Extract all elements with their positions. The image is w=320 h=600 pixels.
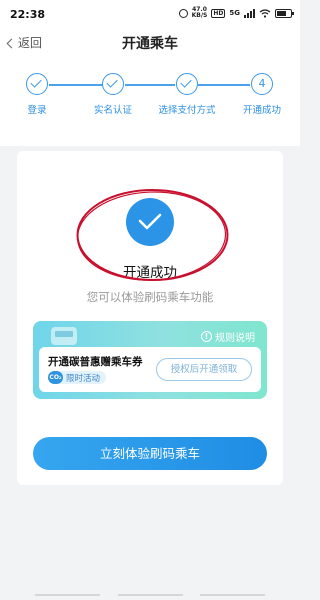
bottom-nav-handle (35, 594, 100, 596)
step-real-name: 实名认证 (78, 73, 148, 116)
badge-label: 限时活动 (66, 373, 101, 384)
step-payment: 选择支付方式 (152, 73, 222, 116)
wifi-icon (259, 8, 271, 18)
promo-title: 开通碳普惠赠乘车券 (48, 356, 143, 368)
network-speed: 47.0 KB/S (192, 7, 208, 19)
limited-time-badge: CO₂ 限时活动 (48, 371, 107, 384)
check-icon (106, 76, 118, 88)
rules-label: 规则说明 (215, 333, 255, 344)
info-icon: ! (201, 331, 212, 342)
step-check-circle (102, 73, 124, 95)
page-title: 开通乘车 (122, 36, 178, 52)
nav-bar: 返回 开通乘车 (0, 28, 300, 58)
step-check-circle (26, 73, 48, 95)
steps-progress: 登录 实名认证 选择支付方式 4 开通成功 (0, 70, 300, 130)
status-icons: 47.0 KB/S HD 5G (178, 7, 294, 19)
authorize-claim-button[interactable]: 授权后开通领取 (156, 358, 252, 381)
success-subtitle: 您可以体验刷码乘车功能 (86, 290, 214, 304)
bus-icon (51, 327, 77, 345)
annotation-ellipse (76, 189, 229, 281)
battery-icon (275, 8, 294, 18)
bottom-nav-handle (200, 594, 265, 596)
network-speed-unit: KB/S (191, 12, 208, 19)
signal-icon (244, 8, 255, 18)
network-type: 5G (229, 9, 240, 17)
step-success: 4 开通成功 (227, 73, 297, 116)
promo-banner: ! 规则说明 开通碳普惠赠乘车券 CO₂ 限时活动 授权后开通领取 (33, 321, 267, 399)
step-number-circle: 4 (251, 73, 273, 95)
bottom-nav-handle (118, 594, 183, 596)
rules-link[interactable]: ! 规则说明 (201, 329, 255, 344)
step-check-circle (176, 73, 198, 95)
alarm-icon (178, 8, 188, 18)
step-label: 登录 (27, 105, 47, 116)
step-label: 开通成功 (242, 105, 281, 116)
check-icon (180, 76, 192, 88)
promo-content: 开通碳普惠赠乘车券 CO₂ 限时活动 授权后开通领取 (39, 347, 261, 392)
try-qr-ride-button[interactable]: 立刻体验刷码乘车 (33, 437, 267, 470)
check-icon (30, 76, 42, 88)
co2-icon: CO₂ (48, 371, 63, 384)
step-label: 实名认证 (93, 105, 132, 116)
hd-icon: HD (211, 8, 226, 18)
step-login: 登录 (2, 73, 72, 116)
status-time: 22:38 (10, 7, 46, 21)
status-bar: 22:38 47.0 KB/S HD 5G (0, 0, 300, 28)
step-label: 选择支付方式 (158, 105, 216, 116)
